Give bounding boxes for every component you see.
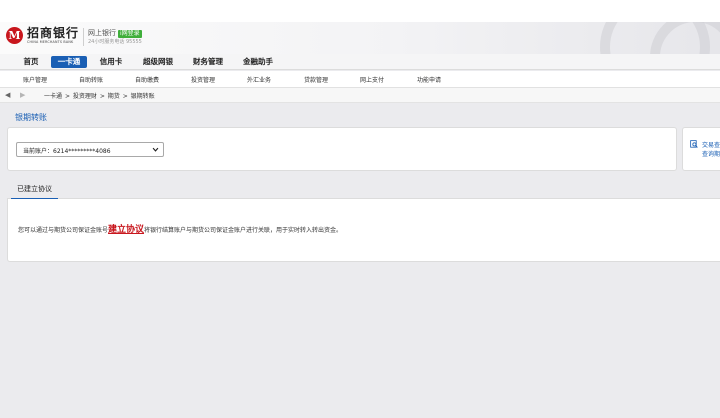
subnav-function-apply[interactable]: 功能申请 xyxy=(417,75,441,84)
side-card-title: 交易查 xyxy=(702,142,720,149)
agreement-content: 您可以通过与期货公司保证金账号建立协议将银行结算账户与期货公司保证金账户进行关联… xyxy=(7,199,720,262)
header-divider xyxy=(83,28,84,46)
account-select-value: 当前账户：6214*********4086 xyxy=(23,148,111,155)
hotline: 24小时服务电话 95555 xyxy=(88,39,142,45)
breadcrumb-current: 银期转账 xyxy=(130,93,155,100)
nav-super-netbank[interactable]: 超级网银 xyxy=(138,56,178,68)
subnav-loan[interactable]: 贷款管理 xyxy=(304,75,328,84)
side-query-card[interactable]: 交易查 查询期 xyxy=(682,127,720,171)
subnav-online-payment[interactable]: 网上支付 xyxy=(360,75,384,84)
chevron-down-icon xyxy=(152,147,159,152)
breadcrumb-separator: > xyxy=(122,93,128,100)
subnav-self-payment[interactable]: 自助缴费 xyxy=(135,75,159,84)
breadcrumb-bar: ◀ ▶ 一卡通 > 投资理财 > 期货 > 银期转账 xyxy=(0,88,720,103)
side-card-subtitle: 查询期 xyxy=(702,151,720,158)
query-icon xyxy=(690,140,698,148)
create-agreement-link[interactable]: 建立协议 xyxy=(108,225,144,235)
netbank-label: 网上银行 i网登录 xyxy=(88,28,142,38)
decorative-ring xyxy=(650,22,720,54)
subnav-investment[interactable]: 投资管理 xyxy=(191,75,215,84)
page-title: 银期转账 xyxy=(15,113,47,122)
netbank-text: 网上银行 xyxy=(88,29,116,37)
account-card: 当前账户：6214*********4086 xyxy=(7,127,677,171)
subnav-forex[interactable]: 外汇业务 xyxy=(247,75,271,84)
header: M 招商银行 CHINA MERCHANTS BANK 网上银行 i网登录 24小… xyxy=(0,22,720,54)
bank-name: 招商银行 xyxy=(27,26,80,40)
breadcrumb-item[interactable]: 一卡通 xyxy=(44,93,62,100)
nav-credit-card[interactable]: 信用卡 xyxy=(93,56,129,68)
breadcrumb-item[interactable]: 投资理财 xyxy=(73,93,97,100)
account-select[interactable]: 当前账户：6214*********4086 xyxy=(16,142,164,157)
login-badge[interactable]: i网登录 xyxy=(118,30,142,38)
nav-home[interactable]: 首页 xyxy=(16,56,46,68)
breadcrumb-separator: > xyxy=(64,93,70,100)
nav-one-card[interactable]: 一卡通 xyxy=(51,56,87,68)
bank-logo[interactable]: M 招商银行 CHINA MERCHANTS BANK xyxy=(6,26,80,45)
subnav-self-transfer[interactable]: 自助转账 xyxy=(79,75,103,84)
tab-bar: 已建立协议 xyxy=(7,178,720,200)
description-prefix: 您可以通过与期货公司保证金账号 xyxy=(18,227,109,234)
tab-established-agreements[interactable]: 已建立协议 xyxy=(11,184,58,200)
bank-english-name: CHINA MERCHANTS BANK xyxy=(27,40,74,44)
agreement-description: 您可以通过与期货公司保证金账号建立协议将银行结算账户与期货公司保证金账户进行关联… xyxy=(18,222,342,235)
subnav-account-management[interactable]: 账户管理 xyxy=(23,75,47,84)
main-nav: 首页 一卡通 信用卡 超级网银 财务管理 金融助手 xyxy=(0,54,720,70)
arrow-left-icon[interactable]: ◀ xyxy=(5,91,10,99)
breadcrumb: 一卡通 > 投资理财 > 期货 > 银期转账 xyxy=(44,91,156,100)
nav-finance-assistant[interactable]: 金融助手 xyxy=(238,56,278,68)
breadcrumb-separator: > xyxy=(99,93,105,100)
sub-nav: 账户管理 自助转账 自助缴费 投资管理 外汇业务 贷款管理 网上支付 功能申请 xyxy=(0,71,720,88)
top-blank-strip xyxy=(0,0,720,22)
nav-finance-management[interactable]: 财务管理 xyxy=(188,56,228,68)
breadcrumb-item[interactable]: 期货 xyxy=(108,93,120,100)
arrow-right-icon[interactable]: ▶ xyxy=(20,91,25,99)
description-suffix: 将银行结算账户与期货公司保证金账户进行关联，用于实时转入转出资金。 xyxy=(144,227,343,234)
bank-logo-icon: M xyxy=(6,27,23,45)
